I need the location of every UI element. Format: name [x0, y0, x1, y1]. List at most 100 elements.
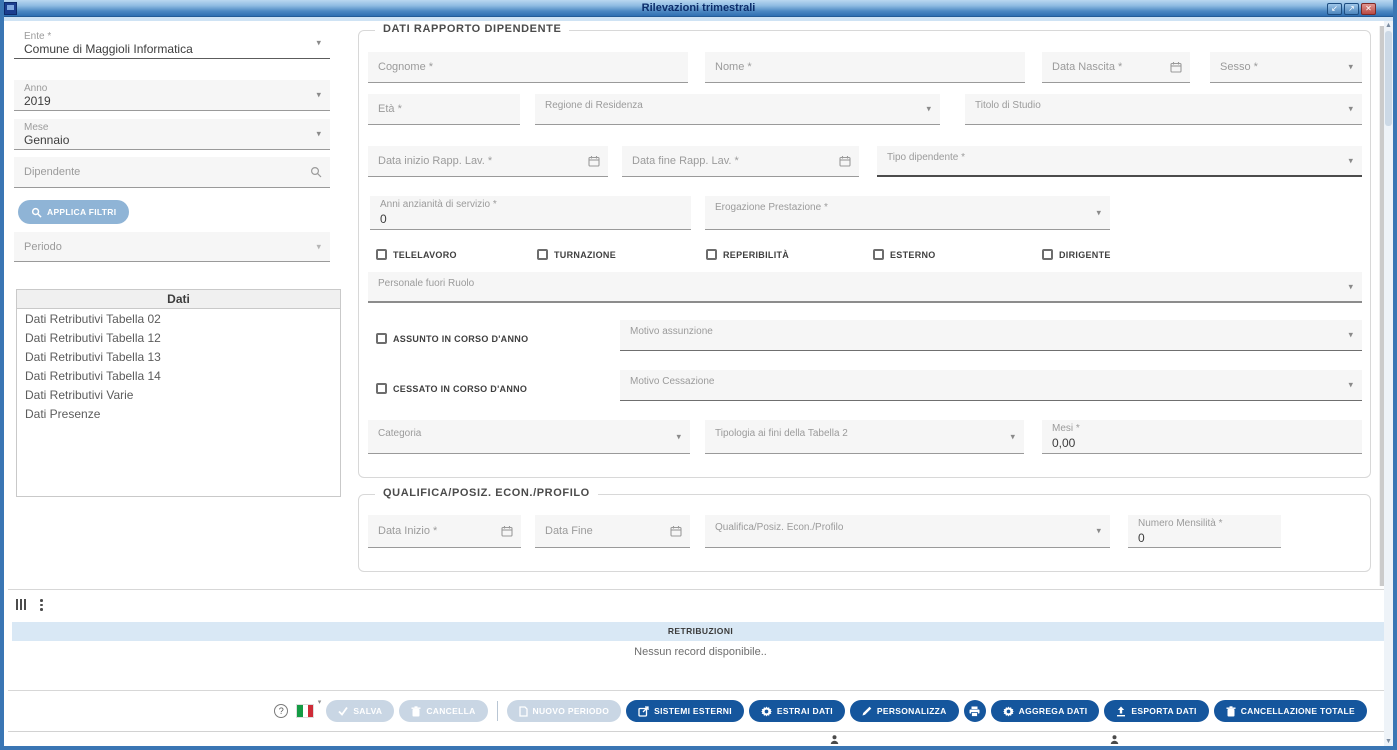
qualifica-profilo-placeholder: Qualifica/Posiz. Econ./Profilo: [715, 522, 844, 533]
periodo-placeholder: Periodo: [24, 240, 62, 253]
chevron-down-icon: ▾: [1348, 61, 1353, 72]
data-inizio-rapp-input[interactable]: Data inizio Rapp. Lav. *: [368, 146, 608, 177]
printer-icon: [969, 706, 980, 717]
telelavoro-checkbox[interactable]: TELELAVORO: [376, 249, 457, 260]
cancellazione-totale-button[interactable]: CANCELLAZIONE TOTALE: [1213, 700, 1367, 722]
print-button[interactable]: [963, 700, 986, 722]
cancella-button[interactable]: CANCELLA: [399, 700, 488, 722]
sistemi-esterni-button[interactable]: SISTEMI ESTERNI: [626, 700, 744, 722]
esporta-dati-label: ESPORTA DATI: [1131, 706, 1197, 716]
qualifica-legend: QUALIFICA/POSIZ. ECON./PROFILO: [375, 487, 598, 499]
qualifica-profilo-select[interactable]: Qualifica/Posiz. Econ./Profilo ▾: [705, 515, 1110, 548]
cognome-input[interactable]: Cognome *: [368, 52, 688, 83]
columns-icon[interactable]: [16, 599, 26, 611]
data-fine-rapp-placeholder: Data fine Rapp. Lav. *: [632, 155, 739, 167]
anni-anzianita-input[interactable]: Anni anzianità di servizio * 0: [370, 196, 691, 230]
esporta-dati-button[interactable]: ESPORTA DATI: [1104, 700, 1209, 722]
dati-item-presenze[interactable]: Dati Presenze: [17, 404, 340, 423]
nome-input[interactable]: Nome *: [705, 52, 1025, 83]
mese-select[interactable]: Mese Gennaio ▾: [14, 119, 330, 150]
sistemi-esterni-label: SISTEMI ESTERNI: [654, 706, 732, 716]
chevron-down-icon: ▾: [1348, 379, 1353, 390]
mese-value: Gennaio: [24, 133, 70, 147]
chevron-down-icon: ▾: [1010, 431, 1015, 441]
salva-button[interactable]: SALVA: [326, 700, 395, 722]
italian-flag-icon[interactable]: ▾: [297, 699, 321, 717]
anno-select[interactable]: Anno 2019 ▾: [14, 80, 330, 111]
applica-filtri-button[interactable]: APPLICA FILTRI: [18, 200, 130, 224]
turnazione-checkbox[interactable]: TURNAZIONE: [537, 249, 616, 260]
personalizza-button[interactable]: PERSONALIZZA: [849, 700, 959, 722]
dati-item-tabella-12[interactable]: Dati Retributivi Tabella 12: [17, 328, 340, 347]
nuovo-periodo-button[interactable]: NUOVO PERIODO: [506, 700, 622, 722]
checkbox-icon: [706, 249, 717, 260]
scroll-down-icon[interactable]: ▼: [1384, 738, 1393, 745]
dati-item-retributivi-varie[interactable]: Dati Retributivi Varie: [17, 385, 340, 404]
calendar-icon: [839, 155, 851, 167]
dirigente-checkbox[interactable]: DIRIGENTE: [1042, 249, 1111, 260]
eta-placeholder: Età *: [378, 103, 402, 115]
chevron-down-icon: ▾: [1348, 329, 1353, 340]
window-scrollbar[interactable]: ▲ ▼: [1384, 21, 1393, 746]
eta-input[interactable]: Età *: [368, 94, 520, 125]
sesso-placeholder: Sesso *: [1220, 61, 1258, 73]
titolo-studio-select[interactable]: Titolo di Studio ▾: [965, 94, 1362, 125]
mesi-label: Mesi *: [1052, 423, 1080, 434]
periodo-select[interactable]: Periodo ▾: [14, 232, 330, 262]
personale-fuori-ruolo-select[interactable]: Personale fuori Ruolo ▾: [368, 272, 1362, 303]
aggrega-dati-button[interactable]: AGGREGA DATI: [990, 700, 1100, 722]
anno-value: 2019: [24, 94, 51, 108]
gear-icon: [1002, 705, 1014, 717]
scrollbar-thumb[interactable]: [1385, 31, 1392, 126]
data-nascita-input[interactable]: Data Nascita *: [1042, 52, 1190, 83]
chevron-down-icon: ▾: [1348, 155, 1353, 165]
cessato-checkbox[interactable]: CESSATO IN CORSO D'ANNO: [376, 383, 527, 394]
estrai-dati-button[interactable]: ESTRAI DATI: [748, 700, 845, 722]
dati-item-tabella-13[interactable]: Dati Retributivi Tabella 13: [17, 347, 340, 366]
erogazione-select[interactable]: Erogazione Prestazione * ▾: [705, 196, 1110, 230]
tipo-dipendente-select[interactable]: Tipo dipendente * ▾: [877, 146, 1362, 177]
chevron-down-icon: ▾: [1096, 207, 1101, 217]
retribuzioni-header: RETRIBUZIONI: [12, 622, 1389, 641]
chevron-down-icon: ▾: [316, 37, 321, 48]
window-title: Rilevazioni trimestrali: [641, 2, 756, 14]
data-fine-rapp-input[interactable]: Data fine Rapp. Lav. *: [622, 146, 859, 177]
title-bar: Rilevazioni trimestrali ↙ ↗ ✕: [4, 0, 1393, 17]
aggrega-dati-label: AGGREGA DATI: [1018, 706, 1088, 716]
upload-icon: [1117, 706, 1126, 716]
mesi-input[interactable]: Mesi * 0,00: [1042, 420, 1362, 454]
qualifica-data-fine-input[interactable]: Data Fine: [535, 515, 690, 548]
kebab-menu-icon[interactable]: [40, 599, 43, 611]
motivo-assunzione-select[interactable]: Motivo assunzione ▾: [620, 320, 1362, 351]
app-window: Rilevazioni trimestrali ↙ ↗ ✕ Ente * Com…: [0, 0, 1397, 750]
help-icon[interactable]: ?: [274, 704, 289, 718]
erogazione-placeholder: Erogazione Prestazione *: [715, 202, 828, 213]
tipologia-tabella-select[interactable]: Tipologia ai fini della Tabella 2 ▾: [705, 420, 1024, 454]
tipo-dipendente-placeholder: Tipo dipendente *: [887, 152, 966, 163]
dipendente-search-input[interactable]: Dipendente: [14, 157, 330, 188]
dati-item-tabella-14[interactable]: Dati Retributivi Tabella 14: [17, 366, 340, 385]
chevron-down-icon: ▾: [676, 431, 681, 441]
assunto-label: ASSUNTO IN CORSO D'ANNO: [393, 333, 529, 344]
checkbox-icon: [376, 333, 387, 344]
sesso-select[interactable]: Sesso * ▾: [1210, 52, 1362, 83]
motivo-cessazione-select[interactable]: Motivo Cessazione ▾: [620, 370, 1362, 401]
restore-button[interactable]: ↗: [1344, 3, 1359, 15]
regione-residenza-select[interactable]: Regione di Residenza ▾: [535, 94, 940, 125]
minimize-button[interactable]: ↙: [1327, 3, 1342, 15]
search-icon: [310, 166, 322, 178]
scroll-up-icon[interactable]: ▲: [1384, 22, 1393, 29]
gear-icon: [760, 705, 772, 717]
qualifica-data-inizio-input[interactable]: Data Inizio *: [368, 515, 521, 548]
reperibilita-checkbox[interactable]: REPERIBILITÀ: [706, 249, 789, 260]
assunto-checkbox[interactable]: ASSUNTO IN CORSO D'ANNO: [376, 333, 528, 344]
esterno-checkbox[interactable]: ESTERNO: [873, 249, 936, 260]
dati-item-tabella-02[interactable]: Dati Retributivi Tabella 02: [17, 309, 340, 328]
section-divider: [8, 589, 1389, 590]
close-button[interactable]: ✕: [1361, 3, 1376, 15]
categoria-select[interactable]: Categoria ▾: [368, 420, 690, 454]
document-icon: [518, 705, 528, 717]
ente-select[interactable]: Ente * Comune di Maggioli Informatica ▾: [14, 28, 330, 59]
numero-mensilita-input[interactable]: Numero Mensilità * 0: [1128, 515, 1281, 548]
checkbox-icon: [376, 249, 387, 260]
